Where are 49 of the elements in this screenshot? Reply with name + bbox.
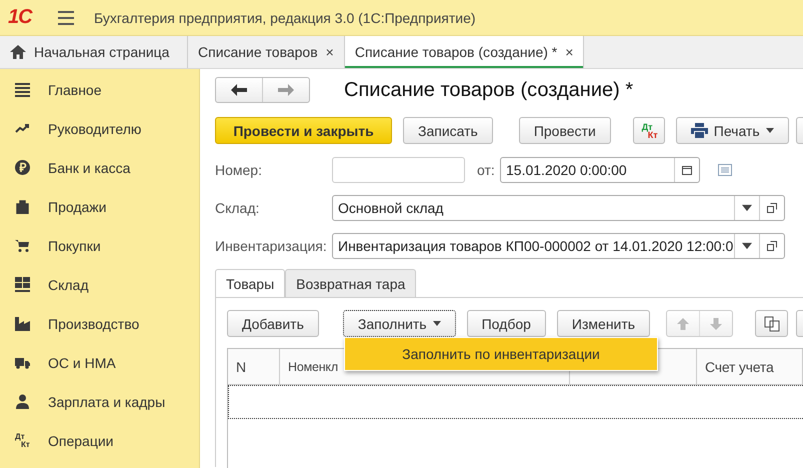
- close-icon[interactable]: ×: [565, 44, 574, 60]
- sidebar-label: Главное: [48, 82, 102, 98]
- field-label: Номер:: [215, 162, 263, 178]
- app-logo: 1С: [8, 6, 34, 29]
- sidebar-label: ОС и НМА: [48, 354, 116, 370]
- post-and-close-button[interactable]: Провести и закрыть: [215, 117, 392, 144]
- field-label: от:: [477, 162, 496, 178]
- form-title: Списание товаров (создание) *: [344, 78, 634, 102]
- inventory-field[interactable]: Инвентаризация товаров КП00-000002 от 14.01.2020 12:00:0: [332, 233, 785, 259]
- table-toolbar-button[interactable]: Изменить: [556, 310, 650, 337]
- column-header[interactable]: N: [228, 349, 280, 384]
- table-toolbar-button[interactable]: Добавить: [227, 310, 319, 337]
- field-label: Склад:: [215, 200, 260, 216]
- column-header[interactable]: Счет учета: [697, 349, 803, 384]
- sidebar-item[interactable]: Склад: [0, 265, 199, 304]
- toolbar-button[interactable]: Провести: [518, 117, 611, 144]
- debit-credit-button[interactable]: Дт Кт: [632, 117, 665, 144]
- sidebar-label: Покупки: [48, 238, 101, 254]
- sidebar-label: Операции: [48, 432, 114, 448]
- sidebar-label: Производство: [48, 316, 140, 332]
- close-icon[interactable]: ×: [326, 44, 334, 60]
- sidebar-label: Зарплата и кадры: [48, 394, 166, 410]
- sidebar-item[interactable]: Банк и касса: [0, 148, 199, 187]
- sidebar-item[interactable]: Руководителю: [0, 109, 199, 148]
- debit-credit-icon: Дт Кт: [15, 433, 30, 448]
- sidebar-item[interactable]: Главное: [0, 70, 199, 109]
- form-tab[interactable]: Возвратная тара: [285, 269, 416, 297]
- sidebar-label: Банк и касса: [48, 160, 130, 176]
- sidebar-item[interactable]: Продажи: [0, 187, 199, 226]
- toolbar-button[interactable]: Записать: [403, 117, 493, 144]
- sidebar-label: Склад: [48, 276, 89, 292]
- sidebar-label: Руководителю: [48, 120, 142, 136]
- window-tab[interactable]: Списание товаров (создание) * ×: [344, 36, 584, 68]
- print-button[interactable]: Печать: [676, 117, 789, 144]
- form-tab[interactable]: Товары: [215, 269, 286, 297]
- app-title: Бухгалтерия предприятия, редакция 3.0 (1С:Предприятие): [94, 10, 476, 26]
- sidebar-item[interactable]: Зарплата и кадры: [0, 382, 199, 421]
- warehouse-field[interactable]: Основной склад: [332, 195, 785, 221]
- table-toolbar-button[interactable]: Подбор: [466, 310, 546, 337]
- window-tab[interactable]: Начальная страница: [0, 36, 188, 68]
- fill-button[interactable]: Заполнить: [342, 310, 456, 337]
- field-label: Инвентаризация:: [215, 238, 328, 254]
- sidebar-item[interactable]: Дт Кт Операции: [0, 421, 199, 460]
- sidebar-item[interactable]: ОС и НМА: [0, 343, 199, 382]
- sidebar-label: Продажи: [48, 198, 106, 214]
- date-field[interactable]: 15.01.2020 0:00:00: [500, 157, 700, 183]
- menu-item[interactable]: Заполнить по инвентаризации: [345, 338, 657, 370]
- sidebar-item[interactable]: Покупки: [0, 226, 199, 265]
- sidebar-item[interactable]: Производство: [0, 304, 199, 343]
